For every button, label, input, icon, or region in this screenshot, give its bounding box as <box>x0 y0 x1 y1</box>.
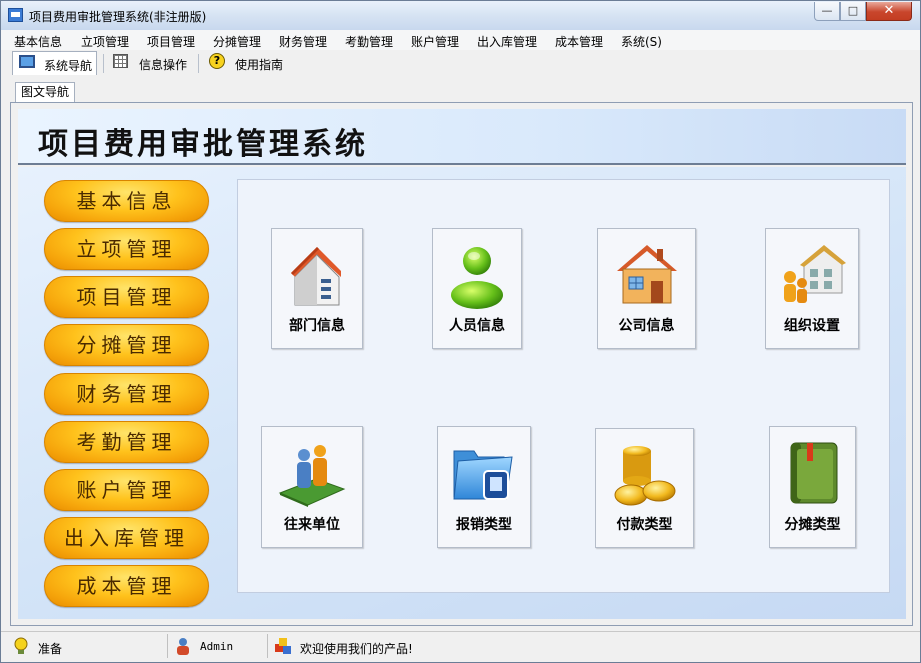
toolbar-info-ops-label: 信息操作 <box>139 58 188 72</box>
book-icon <box>790 442 837 504</box>
cubes-icon <box>275 638 291 654</box>
card-payment-types[interactable]: 付款类型 <box>595 428 694 548</box>
card-label: 公司信息 <box>618 318 675 334</box>
nav-button-label: 基本信息 <box>76 189 177 213</box>
close-button[interactable]: ✕ <box>866 2 912 21</box>
status-message-text: 欢迎使用我们的产品! <box>300 642 413 656</box>
nav-button-accounts[interactable]: 账户管理 <box>44 469 209 511</box>
nav-button-label: 考勤管理 <box>76 430 177 454</box>
card-label: 往来单位 <box>284 517 340 533</box>
department-icon <box>291 247 341 306</box>
card-allocation-types[interactable]: 分摊类型 <box>769 426 856 548</box>
window-title: 项目费用审批管理系统(非注册版) <box>29 10 207 24</box>
menu-system[interactable]: 系统(S) <box>621 33 662 50</box>
card-label: 部门信息 <box>289 318 345 334</box>
status-state-panel: 准备 <box>11 635 161 659</box>
page-title: 项目费用审批管理系统 <box>38 127 368 162</box>
tab-graphic-nav[interactable]: 图文导航 <box>15 82 75 102</box>
menu-attendance[interactable]: 考勤管理 <box>345 33 393 50</box>
nav-button-attendance[interactable]: 考勤管理 <box>44 421 209 463</box>
nav-button-label: 分摊管理 <box>76 333 177 357</box>
house-icon <box>616 245 677 304</box>
nav-button-label: 财务管理 <box>76 382 177 406</box>
minimize-button[interactable]: — <box>814 2 840 21</box>
monitor-icon <box>19 55 35 68</box>
toolbar: 系统导航 信息操作 ? 使用指南 <box>1 51 920 77</box>
status-message-panel: 欢迎使用我们的产品! <box>273 635 573 659</box>
nav-button-cost[interactable]: 成本管理 <box>44 565 209 607</box>
nav-button-project-setup[interactable]: 立项管理 <box>44 228 209 270</box>
partners-icon <box>278 445 346 507</box>
nav-button-allocation[interactable]: 分摊管理 <box>44 324 209 366</box>
card-department-info[interactable]: 部门信息 <box>271 228 363 349</box>
toolbar-separator <box>198 54 199 73</box>
card-label: 报销类型 <box>456 517 512 533</box>
nav-button-label: 出入库管理 <box>64 526 189 550</box>
app-icon <box>8 8 23 22</box>
nav-button-label: 成本管理 <box>76 574 177 598</box>
card-label: 付款类型 <box>616 517 673 533</box>
nav-button-project-management[interactable]: 项目管理 <box>44 276 209 318</box>
card-personnel-info[interactable]: 人员信息 <box>432 228 522 349</box>
menu-allocation[interactable]: 分摊管理 <box>213 33 261 50</box>
nav-button-inventory[interactable]: 出入库管理 <box>44 517 209 559</box>
nav-button-label: 账户管理 <box>76 478 177 502</box>
menu-cost[interactable]: 成本管理 <box>555 33 603 50</box>
header-panel: 项目费用审批管理系统 <box>18 109 906 165</box>
app-window: 项目费用审批管理系统(非注册版) — □ ✕ 基本信息 立项管理 项目管理 分摊… <box>0 0 921 663</box>
nav-button-finance[interactable]: 财务管理 <box>44 373 209 415</box>
person-icon <box>451 247 503 309</box>
card-company-info[interactable]: 公司信息 <box>597 228 696 349</box>
user-icon <box>177 638 189 655</box>
organization-icon <box>784 245 846 303</box>
menu-basic-info[interactable]: 基本信息 <box>14 33 62 50</box>
nav-button-basic-info[interactable]: 基本信息 <box>44 180 209 222</box>
card-expense-types[interactable]: 报销类型 <box>437 426 531 548</box>
light-bulb-icon <box>14 637 28 654</box>
menu-bar: 基本信息 立项管理 项目管理 分摊管理 财务管理 考勤管理 账户管理 出入库管理… <box>1 30 920 50</box>
title-bar[interactable]: 项目费用审批管理系统(非注册版) — □ ✕ <box>1 1 920 30</box>
menu-inventory[interactable]: 出入库管理 <box>477 33 537 50</box>
status-user-panel: Admin <box>173 635 263 659</box>
menu-project-setup[interactable]: 立项管理 <box>81 33 129 50</box>
toolbar-system-nav[interactable]: 系统导航 <box>12 51 97 75</box>
card-label: 组织设置 <box>784 318 840 334</box>
status-separator <box>167 634 168 658</box>
status-bar: 准备 Admin 欢迎使用我们的产品! <box>1 631 920 662</box>
toolbar-user-guide[interactable]: ? 使用指南 <box>209 51 289 75</box>
menu-project-management[interactable]: 项目管理 <box>147 33 195 50</box>
card-label: 人员信息 <box>449 318 505 334</box>
toolbar-system-nav-label: 系统导航 <box>44 59 93 73</box>
toolbar-info-ops[interactable]: 信息操作 <box>113 51 193 75</box>
menu-finance[interactable]: 财务管理 <box>279 33 327 50</box>
nav-button-label: 立项管理 <box>76 237 177 261</box>
card-label: 分摊类型 <box>784 517 841 533</box>
menu-accounts[interactable]: 账户管理 <box>411 33 459 50</box>
toolbar-separator <box>103 54 104 73</box>
grid-icon <box>113 54 128 68</box>
status-state-text: 准备 <box>38 642 63 656</box>
coins-icon <box>614 446 675 506</box>
card-partners[interactable]: 往来单位 <box>261 426 363 548</box>
folder-icon <box>453 450 513 500</box>
maximize-button[interactable]: □ <box>840 2 866 21</box>
status-user-text: Admin <box>200 640 234 653</box>
toolbar-user-guide-label: 使用指南 <box>235 58 284 72</box>
nav-button-label: 项目管理 <box>76 285 177 309</box>
card-org-settings[interactable]: 组织设置 <box>765 228 859 349</box>
help-icon: ? <box>209 53 225 69</box>
status-separator <box>267 634 268 658</box>
